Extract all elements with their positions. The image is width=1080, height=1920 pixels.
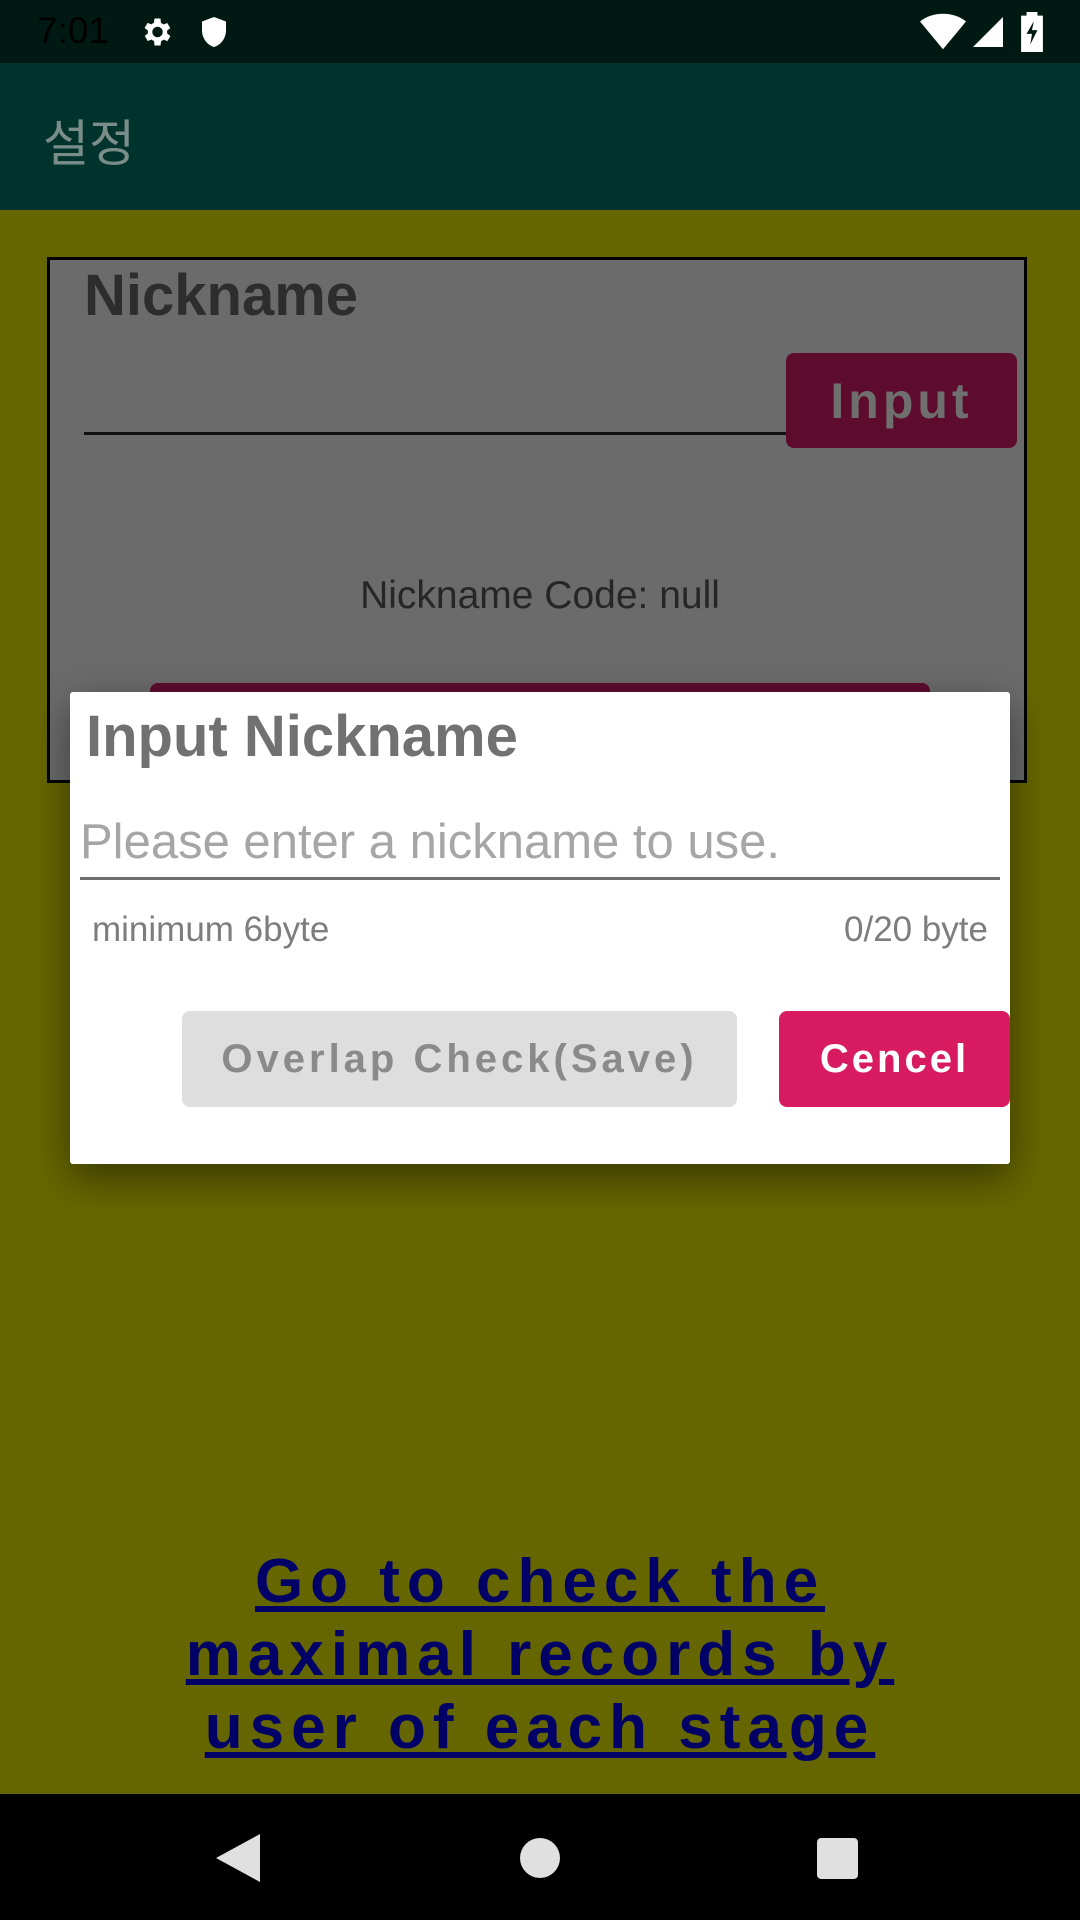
app-bar [0,63,1080,210]
home-icon[interactable] [520,1838,560,1878]
gear-icon [144,18,171,46]
cancel-button[interactable]: Cencel [779,1011,1010,1107]
back-icon[interactable] [216,1834,260,1882]
app-title: 설정 [43,115,135,173]
nickname-code-text: Nickname Code: null [360,574,720,617]
input-button[interactable]: Input [786,353,1017,448]
recents-icon[interactable] [817,1838,858,1879]
dialog-title: Input Nickname [86,704,518,769]
nickname-field-underline[interactable] [84,432,790,435]
wifi-icon [920,13,966,50]
battery-charging-icon [1021,12,1043,52]
cell-signal-icon [973,17,1003,47]
status-time: 7:01 [37,10,110,51]
nickname-title: Nickname [84,263,359,328]
records-link[interactable]: Go to check the maximal records by user … [100,1545,980,1764]
shield-icon [202,17,226,47]
nickname-input[interactable] [80,806,1000,880]
overlap-check-save-button[interactable]: Overlap Check(Save) [182,1011,737,1107]
byte-counter: 0/20 byte [844,910,988,949]
helper-text: minimum 6byte [92,910,330,949]
